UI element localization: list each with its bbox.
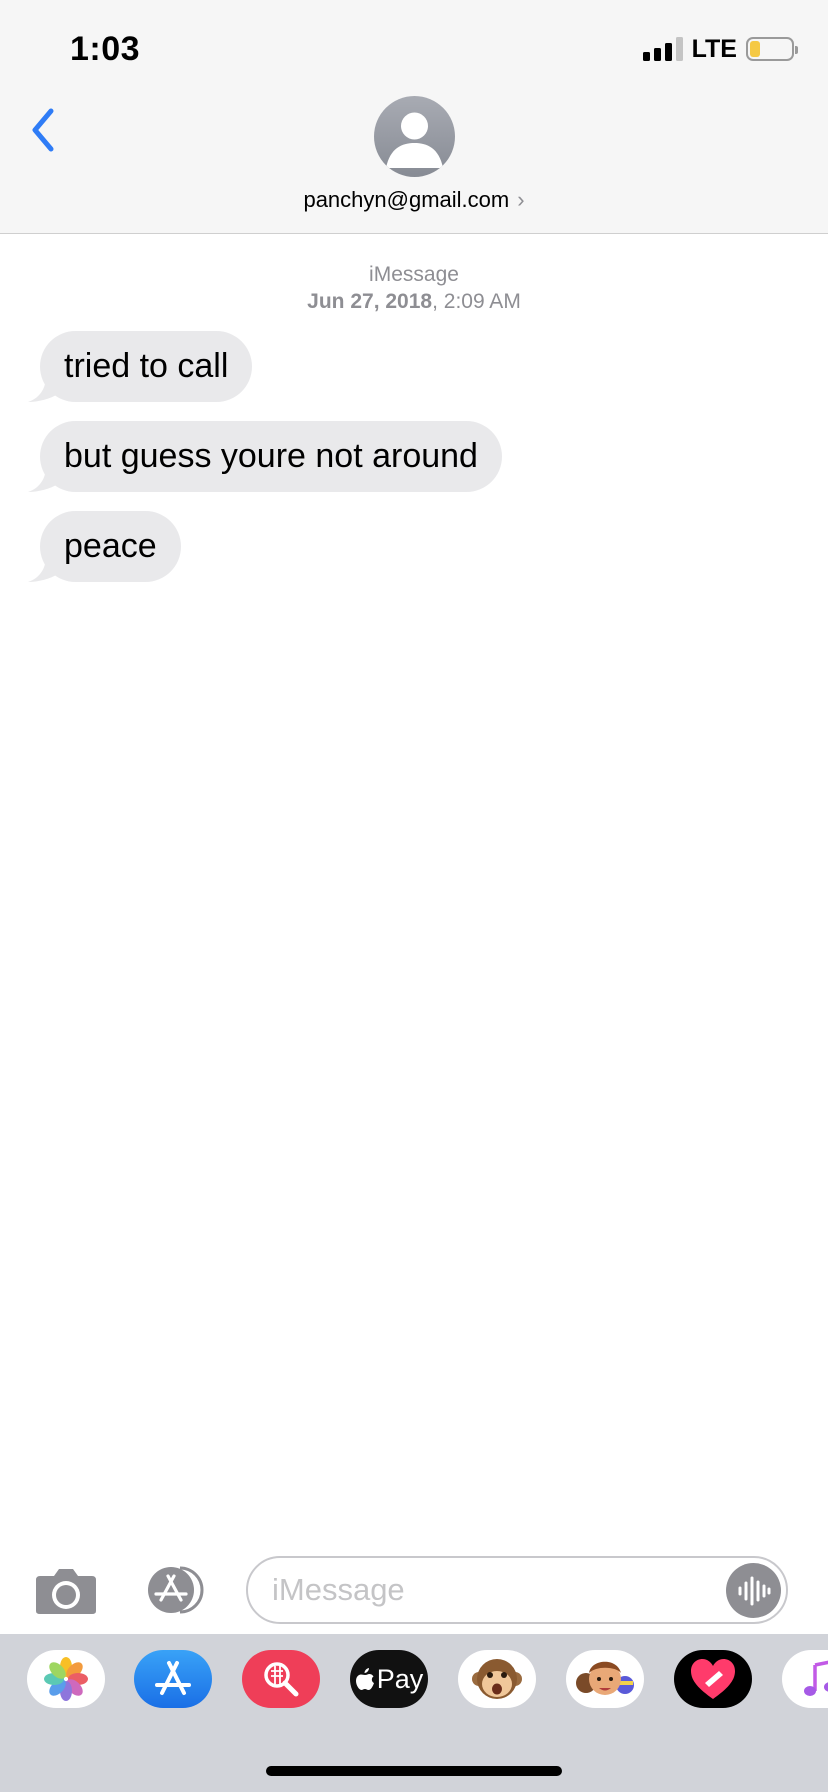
received-message[interactable]: peace: [28, 511, 181, 582]
contact-name-button[interactable]: panchyn@gmail.com ›: [0, 187, 828, 213]
status-indicators: LTE: [642, 34, 798, 64]
bubble-tail: [28, 466, 58, 492]
photos-app-icon: [44, 1657, 88, 1701]
contact-avatar[interactable]: [374, 96, 455, 177]
contact-name: panchyn@gmail.com: [303, 187, 510, 212]
app-store-app-button[interactable]: [134, 1650, 212, 1708]
signal-strength-icon: [642, 37, 683, 61]
navigation-header: 1:03 LTE panchyn@gmail.com ›: [0, 0, 828, 234]
waveform-icon: [738, 1576, 770, 1605]
images-search-app-icon: [264, 1662, 299, 1697]
person-icon: [386, 112, 443, 168]
message-text: tried to call: [64, 347, 229, 385]
memoji-app-button[interactable]: [566, 1650, 644, 1708]
chevron-right-icon: ›: [517, 187, 525, 212]
back-button[interactable]: [18, 100, 68, 160]
status-time: 1:03: [70, 30, 141, 68]
apple-pay-label: Pay: [376, 1663, 424, 1694]
bubble-tail: [28, 376, 58, 402]
home-indicator[interactable]: [266, 1766, 562, 1776]
thread-time: , 2:09 AM: [432, 290, 521, 313]
thread-date: Jun 27, 2018: [307, 290, 433, 313]
app-store-icon: [148, 1566, 204, 1614]
music-note-icon: [804, 1660, 828, 1696]
digital-touch-app-button[interactable]: [674, 1650, 752, 1708]
battery-level-fill: [750, 41, 760, 57]
memoji-icon: [576, 1661, 634, 1695]
apple-logo-icon: [355, 1668, 374, 1690]
received-message[interactable]: but guess youre not around: [28, 421, 502, 492]
app-store-app-icon: [155, 1661, 191, 1695]
audio-message-button[interactable]: [726, 1563, 781, 1618]
animoji-app-button[interactable]: [458, 1650, 536, 1708]
music-app-button[interactable]: [782, 1650, 828, 1708]
photos-app-button[interactable]: [27, 1650, 105, 1708]
bubble-tail: [28, 556, 58, 582]
apple-pay-app-button[interactable]: Pay: [350, 1650, 428, 1708]
camera-button[interactable]: [34, 1566, 98, 1616]
message-text: peace: [64, 527, 157, 565]
images-search-app-button[interactable]: [242, 1650, 320, 1708]
message-compose-field[interactable]: [246, 1556, 788, 1624]
service-label: iMessage: [369, 263, 459, 286]
message-input[interactable]: [272, 1566, 712, 1614]
battery-icon: [746, 37, 798, 61]
app-store-button[interactable]: [140, 1566, 214, 1614]
message-text: but guess youre not around: [64, 437, 478, 475]
thread-timestamp: iMessage Jun 27, 2018, 2:09 AM: [0, 261, 828, 315]
network-type: LTE: [691, 34, 737, 63]
heart-icon: [691, 1659, 735, 1699]
monkey-icon: [472, 1659, 522, 1699]
received-message[interactable]: tried to call: [28, 331, 253, 402]
camera-icon: [36, 1569, 96, 1614]
chevron-left-icon: [32, 108, 54, 152]
